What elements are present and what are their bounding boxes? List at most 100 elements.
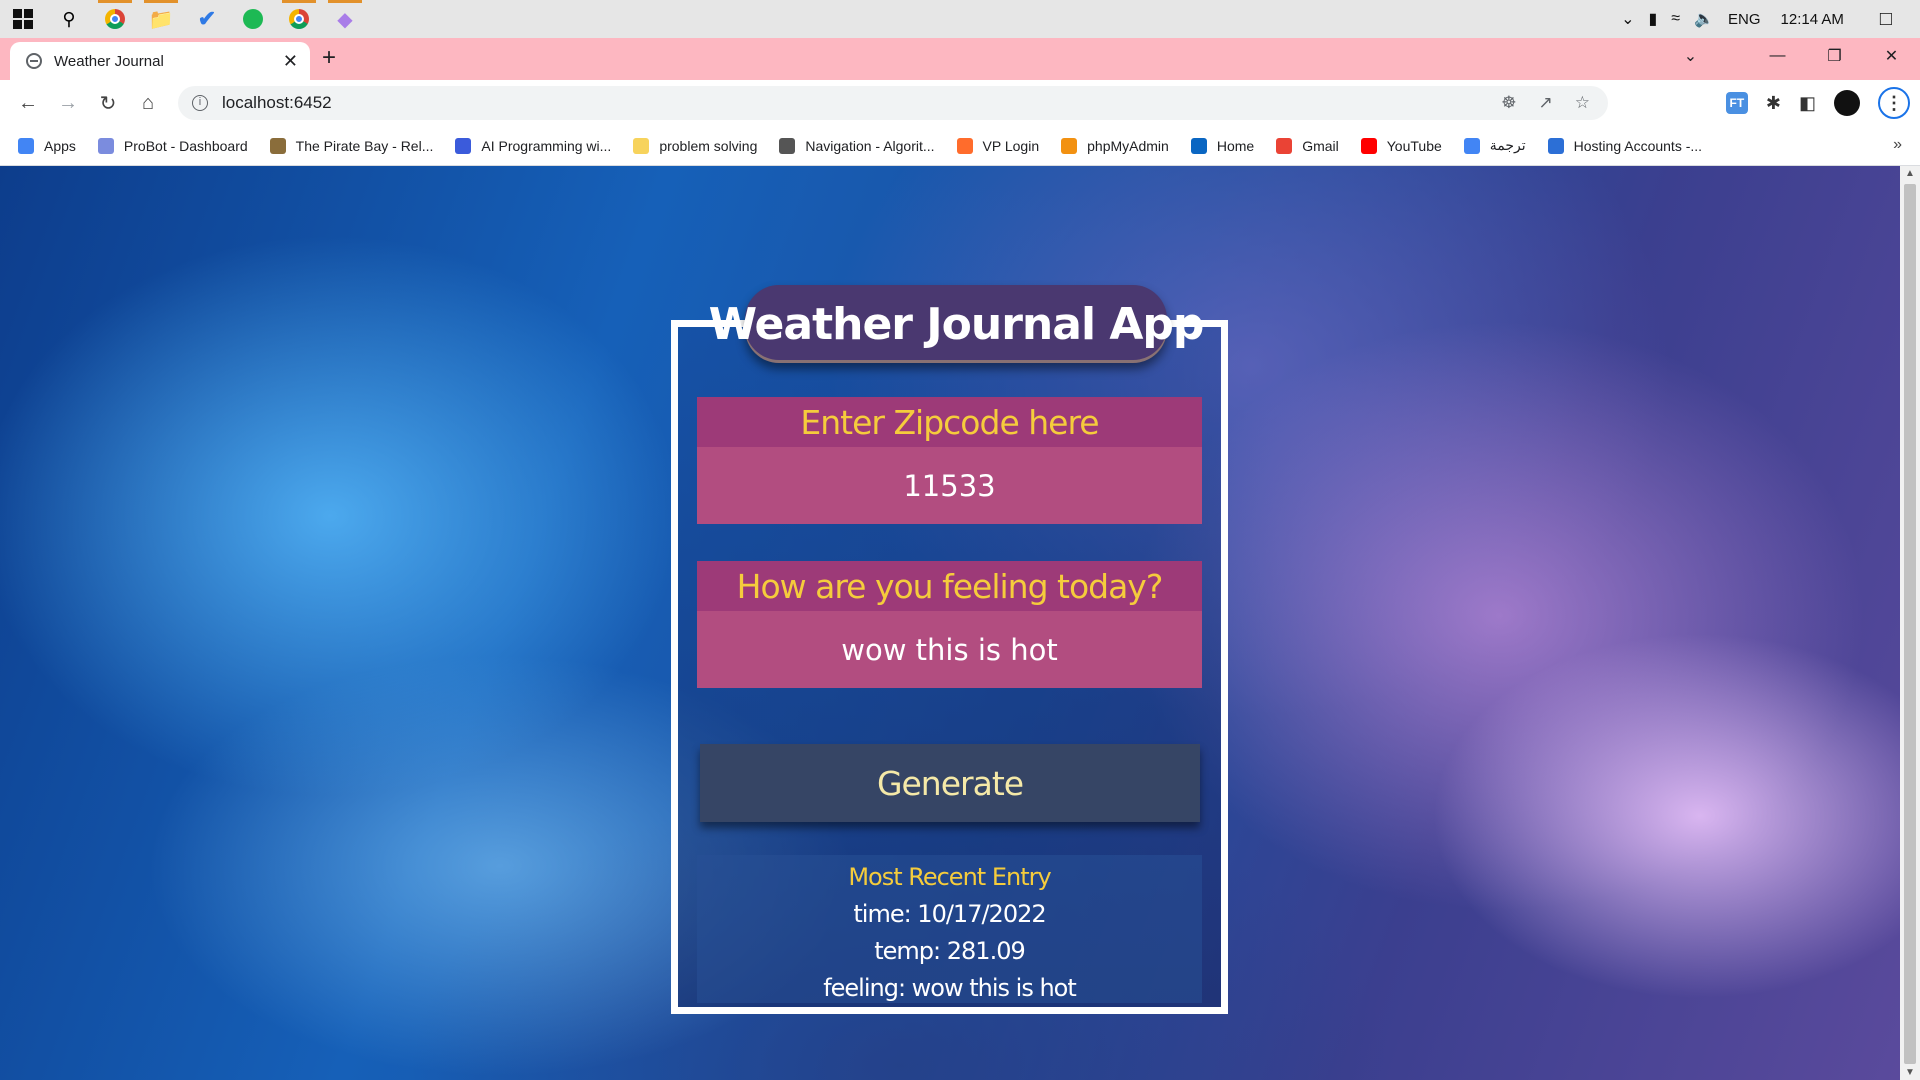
bookmark-star-icon[interactable]: ☆ (1575, 93, 1590, 113)
entry-temp: temp: 281.09 (874, 937, 1025, 965)
share-icon[interactable]: ↗ (1539, 93, 1553, 113)
feelings-field-group: How are you feeling today? (697, 561, 1202, 688)
close-window-icon[interactable]: ✕ (1863, 46, 1920, 66)
bookmark-label: AI Programming wi... (481, 137, 612, 154)
bookmark-label: ترجمة (1489, 137, 1526, 153)
scroll-thumb[interactable] (1904, 184, 1916, 1064)
wifi-icon[interactable]: ≈ (1671, 10, 1680, 28)
cpanel-icon (956, 137, 973, 154)
bookmark-label: Navigation - Algorit... (805, 137, 935, 154)
folder-icon (633, 137, 650, 154)
bookmark-item[interactable]: The Pirate Bay - Rel... (269, 137, 434, 154)
site-info-icon[interactable]: i (192, 95, 208, 111)
address-bar[interactable]: i localhost:6452 ☸ ↗ ☆ (178, 86, 1608, 120)
zip-label: Enter Zipcode here (697, 397, 1202, 447)
bookmark-item[interactable]: ترجمة (1463, 137, 1526, 154)
forward-arrow-icon[interactable]: → (48, 92, 88, 115)
entry-title: Most Recent Entry (848, 863, 1051, 891)
restore-icon[interactable]: ❐ (1806, 46, 1863, 66)
translate-page-icon[interactable]: ☸ (1501, 93, 1516, 113)
bookmarks-bar: Apps ProBot - Dashboard The Pirate Bay - R… (0, 126, 1920, 166)
browser-menu-icon[interactable]: ⋮ (1878, 87, 1910, 119)
tab-search-chevron-icon[interactable]: ⌄ (1662, 46, 1719, 66)
chevron-up-icon[interactable]: ⌄ (1621, 9, 1634, 29)
bookmark-item[interactable]: Home (1190, 137, 1255, 154)
bookmark-label: Gmail (1302, 137, 1339, 154)
gmail-icon (1276, 137, 1293, 154)
taskbar-todo-icon[interactable]: ✔ (184, 0, 230, 38)
close-tab-icon[interactable]: ✕ (283, 51, 298, 72)
bookmark-item[interactable]: Hosting Accounts -... (1547, 137, 1703, 154)
scroll-down-icon[interactable]: ▼ (1905, 1067, 1915, 1078)
recent-entry-panel: Most Recent Entry time: 10/17/2022 temp:… (697, 855, 1202, 1003)
bookmark-item[interactable]: AI Programming wi... (455, 137, 612, 154)
infinity-icon (1547, 137, 1564, 154)
zip-input[interactable] (697, 447, 1202, 524)
windows-logo-icon (13, 9, 33, 29)
clock[interactable]: 12:14 AM (1781, 11, 1844, 28)
home-icon[interactable]: ⌂ (128, 92, 168, 115)
phpmyadmin-icon (1061, 137, 1078, 154)
app-title: Weather Journal App (709, 285, 1204, 363)
bookmark-label: phpMyAdmin (1087, 137, 1169, 154)
scroll-up-icon[interactable]: ▲ (1905, 168, 1915, 179)
bookmark-label: YouTube (1386, 137, 1442, 154)
search-icon[interactable]: ⚲ (46, 0, 92, 38)
zip-field-group: Enter Zipcode here (697, 397, 1202, 524)
browser-tab[interactable]: Weather Journal ✕ (10, 42, 310, 80)
back-arrow-icon[interactable]: ← (8, 92, 48, 115)
bookmark-item[interactable]: ProBot - Dashboard (97, 137, 248, 154)
battery-icon[interactable]: ▮ (1648, 9, 1657, 29)
bookmark-label: Home (1216, 137, 1255, 154)
generate-button[interactable]: Generate (700, 744, 1200, 822)
bookmark-label: Hosting Accounts -... (1573, 137, 1703, 154)
page-viewport: Weather Journal App Enter Zipcode here H… (0, 166, 1900, 1080)
translate-icon (1463, 137, 1480, 154)
bookmark-item[interactable]: VP Login (956, 137, 1040, 154)
bookmark-item[interactable]: YouTube (1360, 137, 1442, 154)
new-tab-icon[interactable]: + (322, 44, 336, 72)
bookmark-label: Apps (44, 137, 76, 154)
pirate-ship-icon (269, 137, 286, 154)
bookmark-label: The Pirate Bay - Rel... (295, 137, 434, 154)
window-controls: ⌄ — ❐ ✕ (1662, 46, 1920, 66)
windows-taskbar: ⚲ 📁 ✔ ◆ ⌄ ▮ ≈ 🔈 ENG 12:14 AM □ (0, 0, 1920, 38)
reload-icon[interactable]: ↻ (88, 91, 128, 116)
entry-feeling: feeling: wow this is hot (823, 974, 1077, 1002)
entry-time: time: 10/17/2022 (853, 900, 1046, 928)
owl-icon (779, 137, 796, 154)
taskbar-chrome-icon[interactable] (92, 0, 138, 38)
linkedin-icon (1190, 137, 1207, 154)
extension-ft-icon[interactable]: FT (1725, 92, 1748, 114)
feelings-label: How are you feeling today? (697, 561, 1202, 611)
side-panel-icon[interactable]: ◧ (1799, 93, 1816, 114)
tab-title: Weather Journal (54, 52, 164, 70)
journal-card: Weather Journal App Enter Zipcode here H… (671, 285, 1228, 1014)
url-text[interactable]: localhost:6452 (222, 93, 332, 113)
udacity-icon (455, 137, 472, 154)
bookmark-item[interactable]: Gmail (1276, 137, 1339, 154)
globe-icon (26, 53, 42, 69)
volume-icon[interactable]: 🔈 (1694, 9, 1714, 29)
taskbar-app-icon[interactable]: ◆ (322, 0, 368, 38)
taskbar-chrome-profile-icon[interactable] (276, 0, 322, 38)
bookmarks-overflow-icon[interactable]: » (1893, 136, 1902, 154)
start-button[interactable] (0, 0, 46, 38)
bookmark-label: VP Login (982, 137, 1040, 154)
feelings-input[interactable] (697, 611, 1202, 688)
taskbar-spotify-icon[interactable] (230, 0, 276, 38)
bookmark-item[interactable]: phpMyAdmin (1061, 137, 1169, 154)
notifications-icon[interactable]: □ (1880, 8, 1892, 31)
minimize-icon[interactable]: — (1749, 47, 1806, 65)
language-indicator[interactable]: ENG (1728, 11, 1761, 28)
apps-grid-icon (18, 137, 34, 154)
taskbar-file-explorer-icon[interactable]: 📁 (138, 0, 184, 38)
page-scrollbar[interactable]: ▲ ▼ (1900, 166, 1920, 1080)
bookmark-item[interactable]: Navigation - Algorit... (779, 137, 935, 154)
bookmark-label: ProBot - Dashboard (123, 137, 248, 154)
bookmark-item[interactable]: Apps (18, 137, 76, 154)
extensions-puzzle-icon[interactable]: ✱ (1766, 93, 1781, 114)
bookmark-item[interactable]: problem solving (633, 137, 758, 154)
bookmark-label: problem solving (659, 137, 758, 154)
profile-avatar[interactable] (1834, 90, 1860, 116)
